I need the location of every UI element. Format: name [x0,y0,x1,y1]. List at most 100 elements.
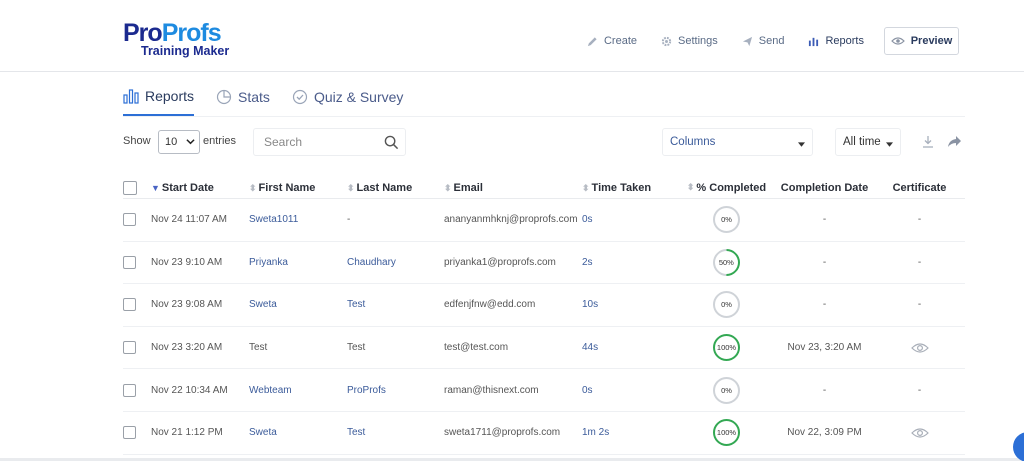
cell-email: ananyanmhknj@proprofs.com [444,214,578,226]
logo-subtitle: Training Maker [141,44,230,58]
nav-create[interactable]: Create [587,27,637,55]
chat-widget-button[interactable] [1013,432,1024,461]
tab-reports[interactable]: Reports [123,86,195,116]
chevron-down-icon [186,137,195,149]
nav-create-label: Create [603,35,638,47]
header-first-name[interactable]: ⬍ First Name [249,182,347,194]
sort-icon: ⬍ [249,182,257,193]
row-checkbox[interactable] [123,341,136,355]
progress-ring: 0% [713,291,740,319]
eye-icon[interactable] [910,427,929,439]
table-header: ▼ Start Date ⬍ First Name ⬍ Last Name ⬍ Emai… [123,177,965,199]
progress-ring: 50% [707,243,746,282]
cell-last-name[interactable]: Chaudhary [347,257,444,268]
table-controls: Show 10 entries Columns All time [123,128,965,156]
nav-reports[interactable]: Reports [808,27,864,55]
cell-certificate: - [917,384,922,396]
preview-label: Preview [910,35,953,47]
cell-first-name[interactable]: Sweta1011 [249,214,347,225]
table-row[interactable]: Nov 22 10:34 AM Webteam ProProfs raman@t… [123,369,965,412]
nav-send[interactable]: Send [742,27,784,55]
cell-start-date: Nov 21 1:12 PM [151,427,223,439]
cell-start-date: Nov 22 10:34 AM [151,384,228,396]
columns-label: Columns [670,136,716,148]
preview-button[interactable]: Preview [884,27,959,55]
cell-time-taken: 1m 2s [582,427,610,439]
sort-icon: ⬍ [444,182,452,193]
header-completion-date: Completion Date [780,181,869,194]
table-row[interactable]: Nov 23 9:10 AM Priyanka Chaudhary priyan… [123,242,965,285]
cell-first-name[interactable]: Priyanka [249,257,347,268]
share-icon[interactable] [947,135,962,148]
reports-table: ▼ Start Date ⬍ First Name ⬍ Last Name ⬍ Emai… [123,177,965,455]
cell-email: raman@thisnext.com [444,384,539,396]
cell-first-name[interactable]: Sweta [249,427,347,438]
top-bar: ProProfs Training Maker Create Settings … [0,0,1024,72]
search-input[interactable] [254,129,374,155]
search-box [253,128,406,156]
cell-start-date: Nov 23 3:20 AM [151,342,223,354]
table-row[interactable]: Nov 23 9:08 AM Sweta Test edfenjfnw@edd.… [123,284,965,327]
cell-last-name[interactable]: Test [347,299,444,310]
header-percent-completed[interactable]: ⬍% Completed [678,182,775,194]
row-checkbox[interactable] [123,383,136,397]
cell-completion-date: Nov 22, 3:09 PM [787,427,862,439]
download-icon[interactable] [922,135,934,148]
cell-completion-date: - [822,384,827,396]
proprofs-logo[interactable]: ProProfs Training Maker [123,21,230,58]
time-range-select[interactable]: All time [835,128,901,156]
cell-time-taken: 2s [582,256,593,268]
nav-reports-label: Reports [825,35,864,47]
bar-chart-icon [808,36,819,47]
search-icon[interactable] [384,135,399,155]
table-row[interactable]: Nov 23 3:20 AM Test Test test@test.com 4… [123,327,965,370]
table-row[interactable]: Nov 24 11:07 AM Sweta1011 - ananyanmhknj… [123,199,965,242]
columns-select[interactable]: Columns [662,128,813,156]
cell-completion-date: - [822,299,827,311]
row-checkbox[interactable] [123,426,136,440]
header-last-name[interactable]: ⬍ Last Name [347,182,444,194]
cell-email: sweta1711@proprofs.com [444,427,561,439]
cell-last-name[interactable]: ProProfs [347,385,444,396]
pencil-icon [587,36,598,47]
tab-stats[interactable]: Stats [216,86,270,116]
eye-icon [890,36,905,46]
cell-start-date: Nov 23 9:08 AM [151,299,223,311]
cell-completion-date: - [822,214,827,226]
cell-time-taken: 10s [582,299,599,311]
tab-quiz-survey[interactable]: Quiz & Survey [292,86,403,116]
cell-last-name: Test [347,342,366,354]
row-checkbox[interactable] [123,255,136,269]
select-all-checkbox[interactable] [123,180,137,195]
tab-reports-label: Reports [145,88,195,104]
cell-completion-date: Nov 23, 3:20 AM [787,342,862,354]
header-email[interactable]: ⬍ Email [444,182,582,194]
row-checkbox[interactable] [123,213,136,227]
entries-value: 10 [165,136,178,148]
report-tabs: Reports Stats Quiz & Survey [123,86,425,116]
cell-first-name[interactable]: Webteam [249,385,347,396]
header-time-taken[interactable]: ⬍ Time Taken [582,182,678,194]
header-start-date[interactable]: ▼ Start Date [151,182,249,194]
send-icon [742,36,753,47]
cell-certificate: - [917,299,922,311]
progress-ring: 100% [713,419,740,447]
cell-last-name[interactable]: Test [347,427,444,438]
caret-down-icon [886,139,893,151]
gear-icon [661,36,672,47]
row-checkbox[interactable] [123,298,136,312]
nav-settings-label: Settings [678,35,718,47]
sort-icon: ⬍ [686,181,695,192]
eye-icon[interactable] [910,342,929,354]
nav-settings[interactable]: Settings [661,27,718,55]
table-row[interactable]: Nov 21 1:12 PM Sweta Test sweta1711@prop… [123,412,965,455]
tab-quiz-survey-label: Quiz & Survey [313,89,404,105]
progress-ring: 0% [713,206,740,234]
cell-first-name[interactable]: Sweta [249,299,347,310]
pie-chart-icon [216,89,232,105]
top-nav: Create Settings Send Reports Preview [563,27,959,55]
cell-start-date: Nov 24 11:07 AM [151,214,227,226]
entries-select[interactable]: 10 [158,130,200,154]
sort-icon: ⬍ [347,182,355,193]
cell-completion-date: - [822,256,827,268]
